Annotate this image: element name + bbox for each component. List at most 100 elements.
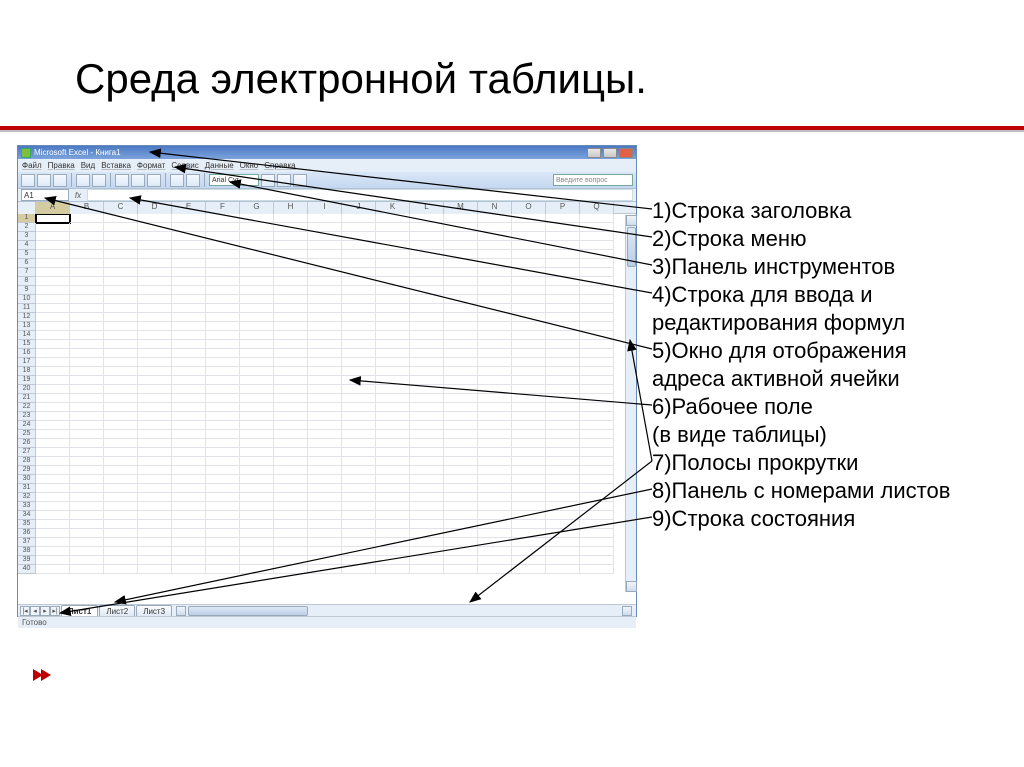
cell[interactable] xyxy=(478,250,512,259)
cell[interactable] xyxy=(172,421,206,430)
cell[interactable] xyxy=(240,529,274,538)
cell[interactable] xyxy=(444,313,478,322)
cell[interactable] xyxy=(172,448,206,457)
cell[interactable] xyxy=(70,412,104,421)
cell[interactable] xyxy=(240,268,274,277)
cell[interactable] xyxy=(36,511,70,520)
col-A[interactable]: A xyxy=(36,202,70,214)
cell[interactable] xyxy=(478,322,512,331)
row-header[interactable]: 8 xyxy=(18,277,36,286)
row-header[interactable]: 2 xyxy=(18,223,36,232)
cell[interactable] xyxy=(580,268,614,277)
cell[interactable] xyxy=(308,448,342,457)
cell[interactable] xyxy=(580,259,614,268)
cell[interactable] xyxy=(274,493,308,502)
cell[interactable] xyxy=(104,484,138,493)
cell[interactable] xyxy=(104,556,138,565)
cell[interactable] xyxy=(308,268,342,277)
row-header[interactable]: 5 xyxy=(18,250,36,259)
cell[interactable] xyxy=(376,313,410,322)
cell[interactable] xyxy=(240,376,274,385)
cell[interactable] xyxy=(274,223,308,232)
cell[interactable] xyxy=(546,457,580,466)
cell[interactable] xyxy=(546,439,580,448)
cell[interactable] xyxy=(104,223,138,232)
row-header[interactable]: 17 xyxy=(18,358,36,367)
row-header[interactable]: 35 xyxy=(18,520,36,529)
row-header[interactable]: 32 xyxy=(18,493,36,502)
cell[interactable] xyxy=(172,511,206,520)
row-header[interactable]: 16 xyxy=(18,349,36,358)
tb-paste-icon[interactable] xyxy=(147,174,161,187)
cell[interactable] xyxy=(512,322,546,331)
cell[interactable] xyxy=(308,394,342,403)
cell[interactable] xyxy=(478,412,512,421)
cell[interactable] xyxy=(172,313,206,322)
cell[interactable] xyxy=(274,250,308,259)
cell[interactable] xyxy=(342,430,376,439)
cell[interactable] xyxy=(240,448,274,457)
cell[interactable] xyxy=(342,214,376,223)
cell[interactable] xyxy=(444,295,478,304)
cell[interactable] xyxy=(512,268,546,277)
cell[interactable] xyxy=(478,502,512,511)
cell[interactable] xyxy=(512,340,546,349)
cell[interactable] xyxy=(444,376,478,385)
cell[interactable] xyxy=(206,268,240,277)
cell[interactable] xyxy=(36,232,70,241)
cell[interactable] xyxy=(308,475,342,484)
cell[interactable] xyxy=(70,556,104,565)
cell[interactable] xyxy=(444,466,478,475)
cell[interactable] xyxy=(274,214,308,223)
cell[interactable] xyxy=(410,556,444,565)
row-header[interactable]: 11 xyxy=(18,304,36,313)
row-header[interactable]: 1 xyxy=(18,214,36,223)
cell[interactable] xyxy=(240,223,274,232)
cell[interactable] xyxy=(580,331,614,340)
cell[interactable] xyxy=(240,511,274,520)
cell[interactable] xyxy=(546,484,580,493)
cell[interactable] xyxy=(172,475,206,484)
cell[interactable] xyxy=(104,358,138,367)
cell[interactable] xyxy=(240,484,274,493)
cell[interactable] xyxy=(104,421,138,430)
cell[interactable] xyxy=(308,259,342,268)
cell[interactable] xyxy=(308,340,342,349)
cell[interactable] xyxy=(70,322,104,331)
cell[interactable] xyxy=(410,403,444,412)
cell[interactable] xyxy=(580,304,614,313)
cell[interactable] xyxy=(138,547,172,556)
cell[interactable] xyxy=(342,511,376,520)
cell[interactable] xyxy=(444,520,478,529)
cell[interactable] xyxy=(70,439,104,448)
cell[interactable] xyxy=(444,538,478,547)
cell[interactable] xyxy=(36,484,70,493)
cell[interactable] xyxy=(512,250,546,259)
cell[interactable] xyxy=(444,430,478,439)
cell[interactable] xyxy=(410,340,444,349)
cell[interactable] xyxy=(410,484,444,493)
cell[interactable] xyxy=(410,268,444,277)
cell[interactable] xyxy=(444,556,478,565)
cell[interactable] xyxy=(172,484,206,493)
cell[interactable] xyxy=(308,250,342,259)
cell[interactable] xyxy=(104,367,138,376)
cell[interactable] xyxy=(478,466,512,475)
cell[interactable] xyxy=(546,295,580,304)
cell[interactable] xyxy=(478,493,512,502)
cell[interactable] xyxy=(546,502,580,511)
cell[interactable] xyxy=(36,403,70,412)
cell[interactable] xyxy=(36,268,70,277)
cell[interactable] xyxy=(580,232,614,241)
cell[interactable] xyxy=(206,304,240,313)
cell[interactable] xyxy=(376,421,410,430)
cell[interactable] xyxy=(546,466,580,475)
cell[interactable] xyxy=(70,511,104,520)
cell[interactable] xyxy=(36,565,70,574)
cell[interactable] xyxy=(206,475,240,484)
cell[interactable] xyxy=(274,412,308,421)
cell[interactable] xyxy=(546,250,580,259)
cell[interactable] xyxy=(104,259,138,268)
col-M[interactable]: M xyxy=(444,202,478,214)
cell[interactable] xyxy=(580,214,614,223)
